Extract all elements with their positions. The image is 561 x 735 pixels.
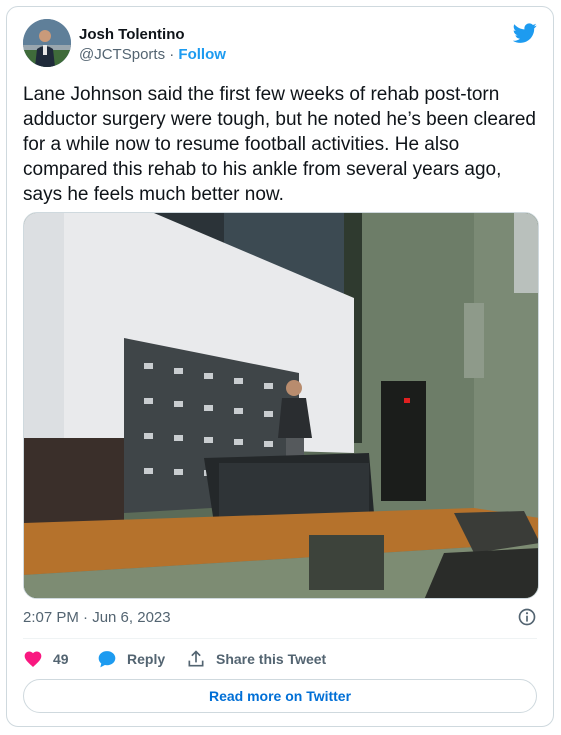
share-button[interactable]: Share this Tweet bbox=[186, 647, 326, 671]
read-more-button[interactable]: Read more on Twitter bbox=[23, 679, 537, 713]
like-button[interactable]: 49 bbox=[23, 647, 69, 671]
reply-button[interactable]: Reply bbox=[97, 647, 165, 671]
author-name[interactable]: Josh Tolentino bbox=[79, 26, 185, 43]
divider bbox=[23, 638, 537, 639]
tweet-text: Lane Johnson said the first few weeks of… bbox=[23, 84, 536, 205]
reply-label: Reply bbox=[127, 651, 166, 667]
like-count: 49 bbox=[53, 651, 69, 667]
avatar[interactable] bbox=[23, 19, 71, 67]
follow-button[interactable]: Follow bbox=[178, 46, 226, 63]
tweet-photo[interactable] bbox=[23, 212, 539, 599]
author-handle[interactable]: @JCTSports bbox=[79, 46, 165, 63]
separator-dot: · bbox=[169, 46, 175, 63]
share-label: Share this Tweet bbox=[216, 651, 327, 667]
tweet-card: Josh Tolentino @JCTSports · Follow Lane … bbox=[6, 6, 554, 727]
reply-bubble-icon bbox=[98, 651, 116, 668]
heart-icon bbox=[24, 651, 42, 667]
author-handle-row: @JCTSports · Follow bbox=[79, 46, 226, 63]
action-bar: 49 Reply Share this Tweet bbox=[23, 647, 537, 671]
share-icon bbox=[188, 650, 204, 667]
info-icon[interactable] bbox=[517, 607, 537, 627]
tweet-header: Josh Tolentino @JCTSports · Follow bbox=[23, 19, 537, 69]
twitter-bird-icon[interactable] bbox=[513, 21, 537, 45]
tweet-timestamp[interactable]: 2:07 PM · Jun 6, 2023 bbox=[23, 609, 171, 626]
